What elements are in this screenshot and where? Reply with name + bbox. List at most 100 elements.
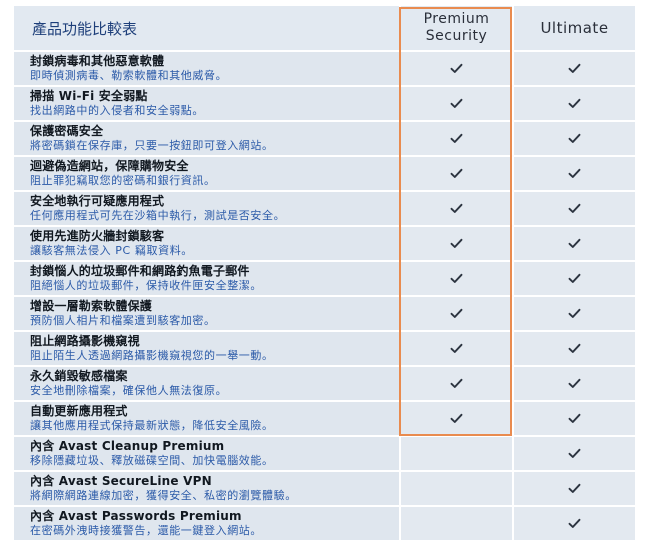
ultimate-cell — [513, 436, 637, 472]
feature-cell: 使用先進防火牆封鎖駭客 讓駭客無法侵入 PC 竊取資料。 — [14, 226, 401, 262]
feature-row-1: 封鎖病毒和其他惡意軟體 即時偵測病毒、勒索軟體和其他威脅。 — [14, 51, 637, 87]
premium-security-cell — [400, 51, 514, 87]
feature-cell: 封鎖惱人的垃圾郵件和網路釣魚電子郵件 阻絕惱人的垃圾郵件，保持收件匣安全整潔。 — [14, 261, 401, 297]
table-header-row: 產品功能比較表 Premium Security Ultimate — [14, 6, 637, 52]
check-icon — [450, 168, 463, 178]
feature-description: 即時偵測病毒、勒索軟體和其他威脅。 — [30, 69, 228, 82]
feature-title: 內含 Avast Passwords Premium — [30, 509, 242, 523]
ultimate-cell — [513, 121, 637, 157]
premium-security-cell — [400, 121, 514, 157]
feature-cell: 安全地執行可疑應用程式 任何應用程式可先在沙箱中執行，測試是否安全。 — [14, 191, 401, 227]
ultimate-cell — [513, 86, 637, 122]
check-icon — [568, 343, 581, 353]
feature-row-9: 阻止網路攝影機窺視 阻止陌生人透過網路攝影機窺視您的一舉一動。 — [14, 331, 637, 367]
check-icon — [568, 273, 581, 283]
feature-description: 阻絕惱人的垃圾郵件，保持收件匣安全整潔。 — [30, 279, 262, 292]
feature-cell: 掃描 Wi-Fi 安全弱點 找出網路中的入侵者和安全弱點。 — [14, 86, 401, 122]
premium-security-cell — [400, 191, 514, 227]
check-icon — [568, 63, 581, 73]
premium-security-cell — [400, 436, 514, 472]
feature-title: 安全地執行可疑應用程式 — [30, 194, 165, 208]
plan-name-line1: Premium — [423, 11, 490, 27]
feature-cell: 永久銷毀敏感檔案 安全地刪除檔案，確保他人無法復原。 — [14, 366, 401, 402]
plan-header-ultimate: Ultimate — [513, 6, 637, 52]
premium-security-cell — [400, 86, 514, 122]
feature-title: 封鎖惱人的垃圾郵件和網路釣魚電子郵件 — [30, 264, 250, 278]
ultimate-cell — [513, 191, 637, 227]
feature-title: 內含 Avast SecureLine VPN — [30, 474, 212, 488]
feature-row-10: 永久銷毀敏感檔案 安全地刪除檔案，確保他人無法復原。 — [14, 366, 637, 402]
feature-title: 增設一層勒索軟體保護 — [30, 299, 153, 313]
feature-description: 預防個人相片和檔案遭到駭客加密。 — [30, 314, 216, 327]
check-icon — [568, 203, 581, 213]
feature-cell: 阻止網路攝影機窺視 阻止陌生人透過網路攝影機窺視您的一舉一動。 — [14, 331, 401, 367]
premium-security-cell — [400, 261, 514, 297]
feature-cell: 內含 Avast SecureLine VPN 將網際網路連線加密，獲得安全、私… — [14, 471, 401, 507]
feature-cell: 迴避偽造網站，保障購物安全 阻止罪犯竊取您的密碼和銀行資訊。 — [14, 156, 401, 192]
feature-cell: 增設一層勒索軟體保護 預防個人相片和檔案遭到駭客加密。 — [14, 296, 401, 332]
ultimate-cell — [513, 471, 637, 507]
feature-description: 任何應用程式可先在沙箱中執行，測試是否安全。 — [30, 209, 286, 222]
check-icon — [568, 133, 581, 143]
ultimate-cell — [513, 261, 637, 297]
feature-title: 掃描 Wi-Fi 安全弱點 — [30, 89, 148, 103]
feature-description: 將密碼鎖在保存庫，只要一按鈕即可登入網站。 — [30, 139, 274, 152]
feature-cell: 內含 Avast Passwords Premium 在密碼外洩時接獲警告，還能… — [14, 506, 401, 542]
ultimate-cell — [513, 51, 637, 87]
feature-cell: 內含 Avast Cleanup Premium 移除隱藏垃圾、釋放磁碟空間、加… — [14, 436, 401, 472]
check-icon — [450, 63, 463, 73]
ultimate-cell — [513, 226, 637, 262]
feature-row-6: 使用先進防火牆封鎖駭客 讓駭客無法侵入 PC 竊取資料。 — [14, 226, 637, 262]
check-icon — [568, 98, 581, 108]
feature-description: 將網際網路連線加密，獲得安全、私密的瀏覽體驗。 — [30, 489, 297, 502]
comparison-page: 產品功能比較表 Premium Security Ultimate 封鎖病毒和其… — [0, 0, 650, 548]
feature-cell: 自動更新應用程式 讓其他應用程式保持最新狀態，降低安全風險。 — [14, 401, 401, 437]
feature-description: 找出網路中的入侵者和安全弱點。 — [30, 104, 204, 117]
feature-description: 移除隱藏垃圾、釋放磁碟空間、加快電腦效能。 — [30, 454, 274, 467]
feature-cell: 保護密碼安全 將密碼鎖在保存庫，只要一按鈕即可登入網站。 — [14, 121, 401, 157]
feature-title: 自動更新應用程式 — [30, 404, 128, 418]
feature-title: 迴避偽造網站，保障購物安全 — [30, 159, 189, 173]
check-icon — [450, 98, 463, 108]
premium-security-cell — [400, 401, 514, 437]
feature-row-5: 安全地執行可疑應用程式 任何應用程式可先在沙箱中執行，測試是否安全。 — [14, 191, 637, 227]
check-icon — [568, 483, 581, 493]
table-title: 產品功能比較表 — [14, 6, 401, 52]
ultimate-cell — [513, 401, 637, 437]
ultimate-cell — [513, 366, 637, 402]
premium-security-cell — [400, 366, 514, 402]
feature-title: 阻止網路攝影機窺視 — [30, 334, 140, 348]
check-icon — [450, 378, 463, 388]
plan-name-line2: Security — [425, 28, 488, 44]
feature-row-2: 掃描 Wi-Fi 安全弱點 找出網路中的入侵者和安全弱點。 — [14, 86, 637, 122]
feature-title: 內含 Avast Cleanup Premium — [30, 439, 225, 453]
check-icon — [568, 448, 581, 458]
feature-title: 永久銷毀敏感檔案 — [30, 369, 128, 383]
feature-title: 封鎖病毒和其他惡意軟體 — [30, 54, 165, 68]
premium-security-cell — [400, 156, 514, 192]
feature-title: 保護密碼安全 — [30, 124, 104, 138]
check-icon — [450, 343, 463, 353]
feature-description: 阻止陌生人透過網路攝影機窺視您的一舉一動。 — [30, 349, 274, 362]
feature-description: 讓其他應用程式保持最新狀態，降低安全風險。 — [30, 419, 274, 432]
check-icon — [450, 133, 463, 143]
premium-security-cell — [400, 226, 514, 262]
feature-row-4: 迴避偽造網站，保障購物安全 阻止罪犯竊取您的密碼和銀行資訊。 — [14, 156, 637, 192]
check-icon — [450, 203, 463, 213]
feature-row-13: 內含 Avast SecureLine VPN 將網際網路連線加密，獲得安全、私… — [14, 471, 637, 507]
feature-comparison-table: 產品功能比較表 Premium Security Ultimate 封鎖病毒和其… — [14, 6, 637, 542]
feature-row-11: 自動更新應用程式 讓其他應用程式保持最新狀態，降低安全風險。 — [14, 401, 637, 437]
feature-title: 使用先進防火牆封鎖駭客 — [30, 229, 165, 243]
feature-row-3: 保護密碼安全 將密碼鎖在保存庫，只要一按鈕即可登入網站。 — [14, 121, 637, 157]
feature-row-12: 內含 Avast Cleanup Premium 移除隱藏垃圾、釋放磁碟空間、加… — [14, 436, 637, 472]
check-icon — [568, 238, 581, 248]
ultimate-cell — [513, 506, 637, 542]
feature-row-14: 內含 Avast Passwords Premium 在密碼外洩時接獲警告，還能… — [14, 506, 637, 542]
feature-cell: 封鎖病毒和其他惡意軟體 即時偵測病毒、勒索軟體和其他威脅。 — [14, 51, 401, 87]
feature-row-7: 封鎖惱人的垃圾郵件和網路釣魚電子郵件 阻絕惱人的垃圾郵件，保持收件匣安全整潔。 — [14, 261, 637, 297]
plan-header-premium-security: Premium Security — [400, 6, 514, 52]
premium-security-cell — [400, 331, 514, 367]
feature-description: 安全地刪除檔案，確保他人無法復原。 — [30, 384, 228, 397]
check-icon — [568, 518, 581, 528]
ultimate-cell — [513, 331, 637, 367]
